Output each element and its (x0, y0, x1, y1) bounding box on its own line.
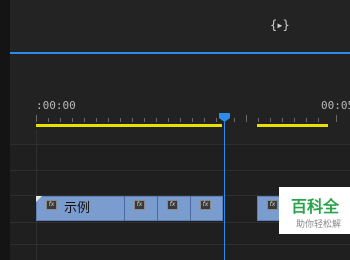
ruler-tick (282, 118, 283, 122)
clip-start-marker (36, 196, 42, 202)
track-divider (10, 144, 350, 145)
track-header-edge (36, 130, 37, 260)
snap-icon[interactable]: {▸} (270, 18, 290, 32)
ruler-tick (120, 118, 121, 122)
ruler-tick (180, 118, 181, 122)
panel-left-edge (0, 0, 10, 260)
watermark-subtitle: 助你轻松解 (296, 220, 342, 230)
ruler-tick (294, 118, 295, 122)
ruler-tick (156, 118, 157, 122)
ruler-tick (258, 118, 259, 122)
playhead-line[interactable] (224, 122, 225, 260)
track-divider (10, 244, 350, 245)
fx-badge-icon: fx (267, 200, 278, 210)
fx-badge-icon: fx (46, 200, 57, 210)
ruler-tick (144, 118, 145, 122)
ruler-tick (48, 118, 49, 122)
track-divider (10, 170, 350, 171)
ruler-tick (132, 118, 133, 122)
timecode-end: 00:05 (321, 99, 350, 112)
clip-label: 示例 (64, 201, 91, 216)
fx-badge-icon: fx (200, 200, 211, 210)
work-area-bar[interactable] (257, 124, 328, 127)
ruler-tick (84, 118, 85, 122)
ruler-tick (72, 118, 73, 122)
timeline-header-panel (10, 0, 350, 52)
ruler-tick (60, 118, 61, 122)
fx-badge-icon: fx (167, 200, 178, 210)
ruler-tick (108, 118, 109, 122)
fx-badge-icon: fx (134, 200, 145, 210)
ruler-tick (306, 118, 307, 122)
ruler-tick (192, 118, 193, 122)
timecode-start: :00:00 (36, 99, 76, 112)
ruler-tick (204, 118, 205, 122)
ruler-tick (168, 118, 169, 122)
work-area-bar[interactable] (36, 124, 222, 127)
clip-edit-point[interactable] (124, 196, 125, 221)
ruler-tick (234, 118, 235, 122)
ruler-tick (96, 118, 97, 122)
watermark-title: 百科全 (291, 197, 340, 216)
ruler-tick (270, 118, 271, 122)
clip-edit-point[interactable] (190, 196, 191, 221)
ruler-tick (36, 115, 37, 122)
clip-edit-point[interactable] (157, 196, 158, 221)
ruler-tick (216, 118, 217, 122)
ruler-tick (246, 115, 247, 122)
ruler-tick (336, 115, 337, 122)
ruler-tick (318, 118, 319, 122)
